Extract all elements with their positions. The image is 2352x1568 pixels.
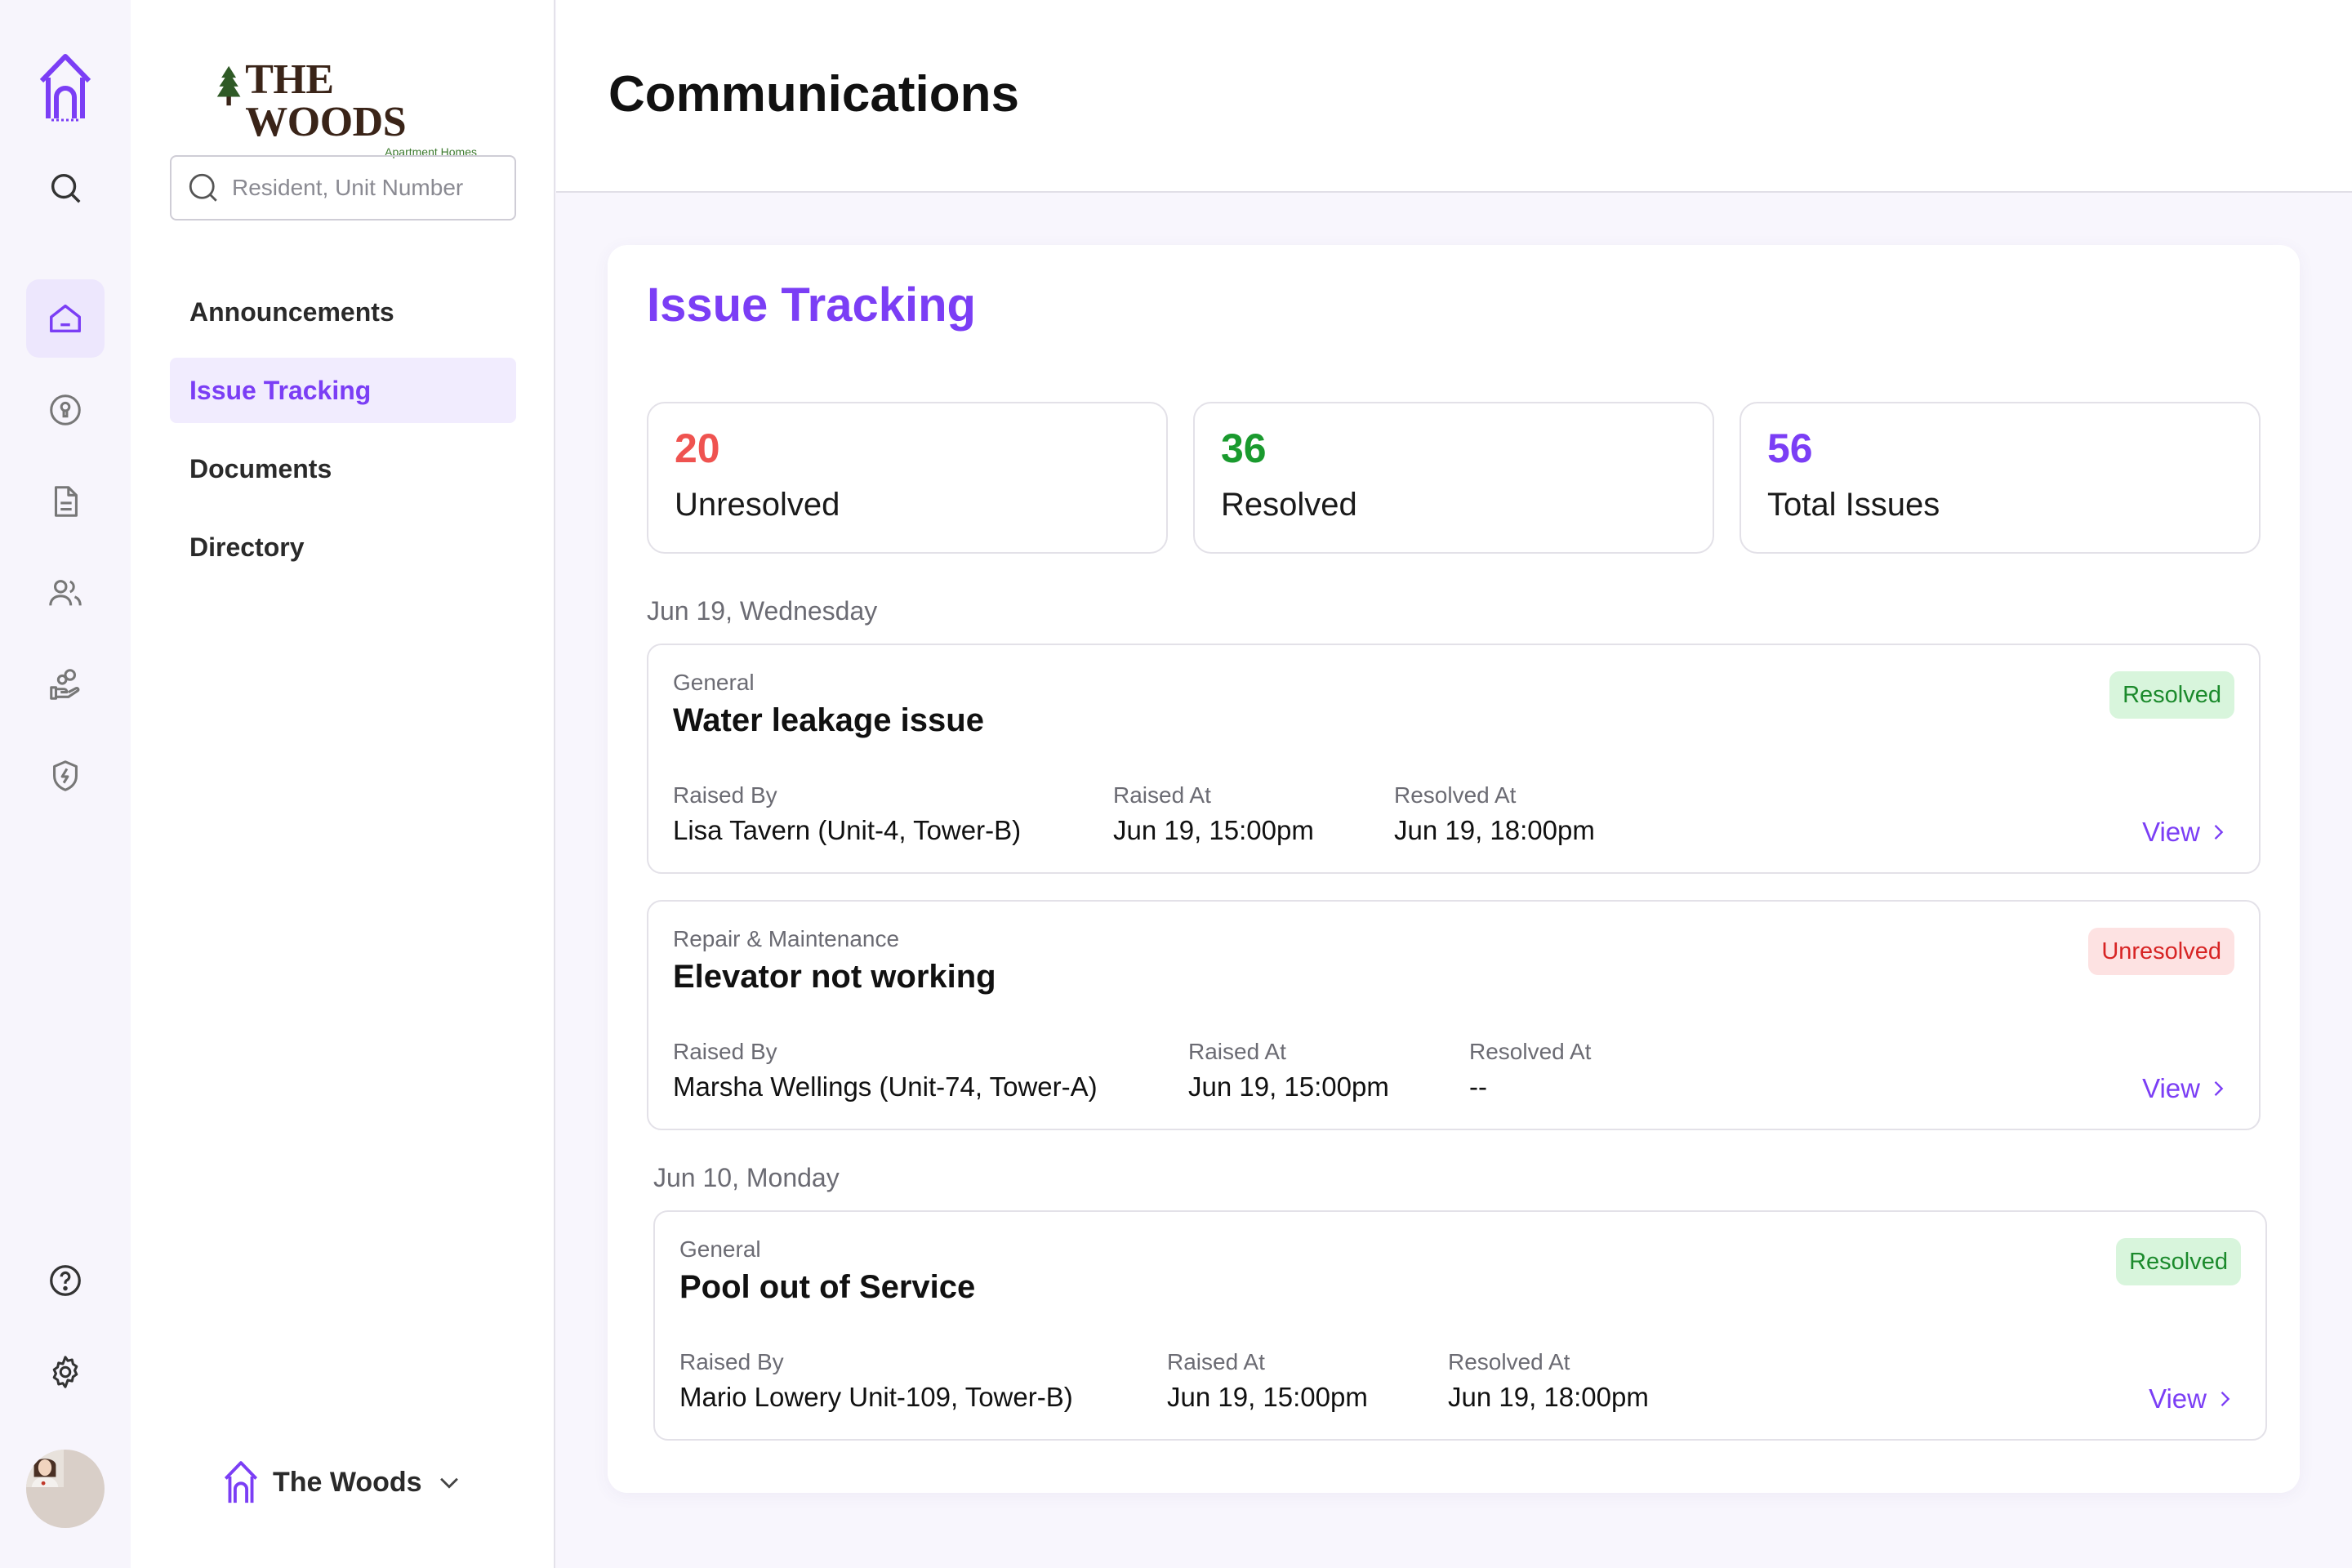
- stat-value: 56: [1767, 425, 1813, 471]
- stat-label: Total Issues: [1767, 487, 1940, 523]
- raised-at-label: Raised At: [1167, 1349, 1265, 1374]
- shield-bolt-icon[interactable]: [26, 737, 105, 815]
- nav-item-documents[interactable]: Documents: [170, 436, 516, 501]
- view-link[interactable]: View: [2142, 817, 2230, 848]
- section-title: Issue Tracking: [647, 278, 976, 332]
- view-label: View: [2142, 817, 2200, 847]
- status-badge: Resolved: [2109, 671, 2234, 719]
- issue-title: Water leakage issue: [673, 702, 984, 738]
- stat-label: Unresolved: [675, 487, 840, 523]
- brand-house-icon[interactable]: [26, 47, 105, 126]
- view-link[interactable]: View: [2149, 1383, 2236, 1414]
- page-title: Communications: [608, 66, 1019, 122]
- raised-by-label: Raised By: [673, 1039, 777, 1064]
- stat-resolved[interactable]: 36 Resolved: [1193, 402, 1714, 554]
- status-badge: Resolved: [2116, 1238, 2241, 1285]
- search-input[interactable]: [232, 175, 493, 201]
- users-icon[interactable]: [26, 554, 105, 632]
- stat-total[interactable]: 56 Total Issues: [1740, 402, 2261, 554]
- org-switcher[interactable]: The Woods: [222, 1454, 463, 1511]
- raised-by-value: Marsha Wellings (Unit-74, Tower-A): [673, 1071, 1098, 1102]
- document-icon[interactable]: [26, 462, 105, 541]
- issue-tracking-card: Issue Tracking 20 Unresolved 36 Resolved…: [608, 245, 2300, 1493]
- icon-rail: [0, 0, 131, 1568]
- resolved-at-label: Resolved At: [1394, 782, 1517, 808]
- resolved-at-value: Jun 19, 18:00pm: [1448, 1382, 1649, 1412]
- view-link[interactable]: View: [2142, 1073, 2230, 1104]
- issue-title: Pool out of Service: [679, 1269, 976, 1305]
- issue-card[interactable]: Repair & Maintenance Elevator not workin…: [647, 900, 2261, 1130]
- raised-at-value: Jun 19, 15:00pm: [1188, 1071, 1389, 1102]
- nav-item-directory[interactable]: Directory: [170, 514, 516, 580]
- page-header: Communications: [556, 0, 2352, 193]
- date-group-label: Jun 10, Monday: [653, 1163, 840, 1192]
- issue-category: General: [673, 670, 755, 695]
- raised-at-value: Jun 19, 15:00pm: [1167, 1382, 1368, 1412]
- stat-value: 36: [1221, 425, 1267, 471]
- issue-category: General: [679, 1236, 761, 1262]
- resolved-at-label: Resolved At: [1448, 1349, 1570, 1374]
- raised-by-label: Raised By: [679, 1349, 784, 1374]
- raised-by-value: Lisa Tavern (Unit-4, Tower-B): [673, 815, 1022, 845]
- search-icon[interactable]: [26, 149, 105, 227]
- status-badge: Unresolved: [2088, 928, 2234, 975]
- raised-by-label: Raised By: [673, 782, 777, 808]
- view-label: View: [2142, 1073, 2200, 1103]
- stat-label: Resolved: [1221, 487, 1357, 523]
- view-label: View: [2149, 1383, 2207, 1414]
- raised-at-value: Jun 19, 15:00pm: [1113, 815, 1314, 845]
- stat-unresolved[interactable]: 20 Unresolved: [647, 402, 1168, 554]
- raised-by-value: Mario Lowery Unit-109, Tower-B): [679, 1382, 1073, 1412]
- brand-logo[interactable]: THE WOODS Apartment Homes: [216, 59, 477, 158]
- keyhole-icon[interactable]: [26, 371, 105, 449]
- date-group-label: Jun 19, Wednesday: [647, 596, 878, 626]
- brand-house-icon: [224, 1461, 258, 1503]
- raised-at-label: Raised At: [1113, 782, 1211, 808]
- nav-item-announcements[interactable]: Announcements: [170, 279, 516, 345]
- avatar[interactable]: [26, 1450, 105, 1528]
- issue-category: Repair & Maintenance: [673, 926, 900, 951]
- settings-icon[interactable]: [26, 1333, 105, 1411]
- help-icon[interactable]: [26, 1241, 105, 1320]
- resolved-at-value: Jun 19, 18:00pm: [1394, 815, 1595, 845]
- search-box[interactable]: [170, 155, 516, 220]
- stat-value: 20: [675, 425, 720, 471]
- chevron-right-icon: [2214, 1081, 2224, 1096]
- resolved-at-label: Resolved At: [1469, 1039, 1592, 1064]
- hand-coins-icon[interactable]: [26, 645, 105, 724]
- issue-card[interactable]: General Water leakage issue Resolved Rai…: [647, 644, 2261, 874]
- issue-card[interactable]: General Pool out of Service Resolved Rai…: [653, 1210, 2267, 1441]
- resolved-at-value: --: [1469, 1071, 1487, 1102]
- org-name: The Woods: [273, 1466, 422, 1498]
- chevron-right-icon: [2221, 1392, 2230, 1406]
- brand-name: THE WOODS: [245, 56, 407, 145]
- issue-title: Elevator not working: [673, 959, 996, 995]
- secondary-sidebar: THE WOODS Apartment Homes Announcements …: [131, 0, 555, 1568]
- nav-item-issue-tracking[interactable]: Issue Tracking: [170, 358, 516, 423]
- raised-at-label: Raised At: [1188, 1039, 1286, 1064]
- chevron-down-icon: [439, 1477, 458, 1489]
- pine-tree-icon: [216, 65, 241, 106]
- chevron-right-icon: [2214, 825, 2224, 840]
- home-icon[interactable]: [26, 279, 105, 358]
- search-icon: [189, 173, 217, 202]
